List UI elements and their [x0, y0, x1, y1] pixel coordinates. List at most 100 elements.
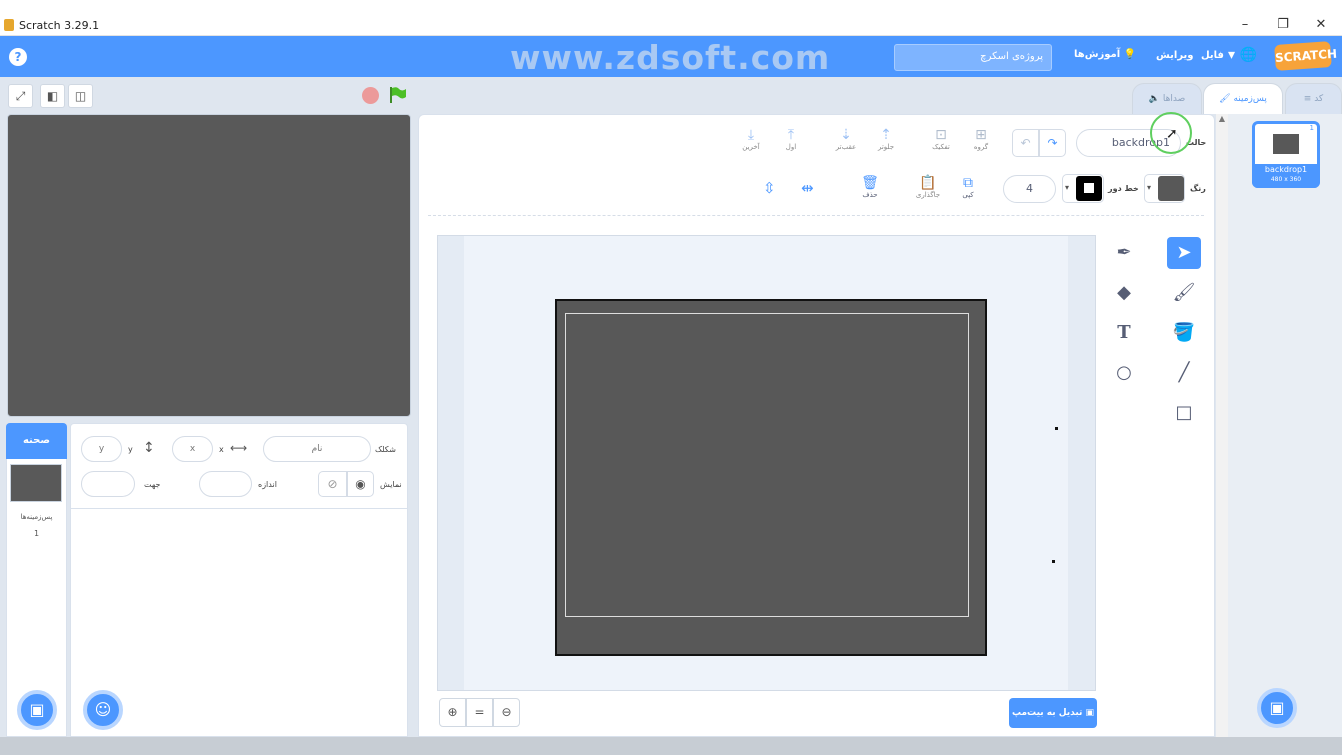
- size-input[interactable]: [199, 471, 252, 497]
- edit-menu[interactable]: ویرایش: [1156, 50, 1194, 61]
- rectangle-tool-icon[interactable]: □: [1167, 397, 1201, 429]
- scroll-up-icon[interactable]: ▲: [1216, 114, 1228, 123]
- project-title-input[interactable]: پروژه‌ی اسکرچ: [894, 44, 1052, 71]
- reshape-tool-icon[interactable]: ✒: [1107, 237, 1141, 269]
- image-icon: ▣: [1085, 708, 1095, 718]
- zoom-reset-icon[interactable]: =: [466, 698, 493, 727]
- stop-icon[interactable]: [362, 87, 379, 104]
- outline-swatch: [1076, 176, 1102, 201]
- fullscreen-button[interactable]: ⤢: [8, 84, 33, 108]
- paint-scrollbar[interactable]: ▲: [1216, 114, 1228, 737]
- backdrop-thumb-name: backdrop1: [1264, 165, 1308, 174]
- tab-sounds[interactable]: 🔈 صداها: [1132, 83, 1202, 114]
- x-arrows-icon: ⟷: [230, 441, 248, 455]
- tab-code[interactable]: ≡ کد: [1285, 83, 1342, 114]
- stage-canvas[interactable]: [7, 114, 411, 417]
- copy-icon: ⧉: [963, 175, 973, 191]
- tutorials-menu[interactable]: آموزش‌ها 💡: [1074, 49, 1136, 60]
- x-input[interactable]: x: [172, 436, 213, 462]
- backward-icon: ⇣: [840, 127, 852, 143]
- copy-label: کپی: [962, 191, 974, 199]
- help-icon[interactable]: ?: [9, 48, 27, 66]
- scratch-logo[interactable]: SCRATCH: [1274, 41, 1337, 71]
- sprite-name-input[interactable]: نام: [263, 436, 371, 462]
- convert-to-bitmap-button[interactable]: تبدیل به بیت‌مپ ▣: [1009, 698, 1097, 728]
- flip-horizontal-icon[interactable]: ⇹: [801, 179, 814, 197]
- forward-label: جلوتر: [877, 143, 895, 151]
- backward-button[interactable]: ⇣ عقب‌تر: [831, 127, 861, 151]
- group-label: گروه: [973, 143, 989, 151]
- canvas-marker: [1055, 427, 1058, 430]
- hide-eye-icon[interactable]: ⊘: [318, 471, 347, 497]
- brush-tool-icon[interactable]: 🖌: [1167, 277, 1201, 309]
- outline-width-input[interactable]: 4: [1003, 175, 1056, 203]
- size-label: اندازه: [258, 480, 277, 489]
- backdrops-count: 1: [33, 529, 40, 538]
- choose-backdrop-icon[interactable]: ▣: [17, 690, 57, 730]
- delete-button[interactable]: 🗑 حذف: [856, 175, 884, 199]
- outline-dropdown-icon: ▾: [1065, 183, 1070, 192]
- fill-swatch: [1158, 176, 1184, 201]
- taskbar: [0, 737, 1342, 755]
- redo-icon[interactable]: ↷: [1039, 129, 1066, 157]
- paste-button[interactable]: 📋 جاگذاری: [910, 175, 946, 199]
- large-stage-button[interactable]: ◫: [68, 84, 93, 108]
- forward-button[interactable]: ⇡ جلوتر: [871, 127, 901, 151]
- small-stage-button[interactable]: ◧: [40, 84, 65, 108]
- brush-icon: 🖌: [1219, 94, 1231, 104]
- file-menu[interactable]: فایل: [1201, 50, 1224, 61]
- sprite-label: شکلک: [375, 445, 396, 454]
- tab-code-label: کد: [1314, 94, 1324, 104]
- line-tool-icon[interactable]: ╱: [1167, 357, 1201, 389]
- fill-color-picker[interactable]: ▾: [1144, 174, 1185, 203]
- language-globe-icon[interactable]: ▾ 🌐: [1228, 47, 1257, 63]
- undo-icon[interactable]: ↶: [1012, 129, 1039, 157]
- delete-label: حذف: [862, 191, 878, 199]
- sound-icon: 🔈: [1148, 94, 1160, 104]
- front-button[interactable]: ⤒ اول: [776, 127, 806, 151]
- watermark: www.zdsoft.com: [510, 38, 831, 77]
- tab-backdrops[interactable]: 🖌 پس‌زمینه: [1203, 83, 1283, 114]
- minimize-button[interactable]: –: [1237, 17, 1253, 33]
- eraser-tool-icon[interactable]: ◆: [1107, 277, 1141, 309]
- tab-sounds-label: صداها: [1162, 94, 1186, 104]
- close-button[interactable]: ✕: [1313, 17, 1329, 33]
- back-icon: ⤓: [747, 127, 755, 143]
- fill-tool-icon[interactable]: 🪣: [1167, 317, 1201, 349]
- select-tool-icon[interactable]: ➤: [1167, 237, 1201, 269]
- fill-dropdown-icon: ▾: [1147, 183, 1152, 192]
- group-button[interactable]: ⊞ گروه: [966, 127, 996, 151]
- ungroup-button[interactable]: ⊡ تفکیک: [926, 127, 956, 151]
- choose-backdrop-icon[interactable]: ▣: [1257, 688, 1297, 728]
- copy-button[interactable]: ⧉ کپی: [954, 175, 982, 199]
- circle-tool-icon[interactable]: ○: [1107, 357, 1141, 389]
- y-input[interactable]: y: [81, 436, 122, 462]
- stage-header: صحنه: [6, 423, 67, 459]
- back-label: آخرین: [742, 143, 760, 151]
- zoom-in-icon[interactable]: ⊕: [439, 698, 466, 727]
- forward-icon: ⇡: [880, 127, 892, 143]
- green-flag-icon[interactable]: [388, 86, 408, 104]
- text-tool-icon[interactable]: T: [1107, 317, 1141, 349]
- canvas-marker: [1052, 560, 1055, 563]
- trash-icon: 🗑: [861, 175, 879, 191]
- tutorials-label: آموزش‌ها: [1074, 49, 1121, 60]
- flip-vertical-icon[interactable]: ⇳: [763, 179, 776, 197]
- stage-thumbnail[interactable]: [10, 464, 62, 502]
- tab-backdrops-label: پس‌زمینه: [1233, 94, 1267, 104]
- direction-label: جهت: [144, 480, 161, 489]
- backdrop-index: 1: [1309, 124, 1314, 132]
- back-button[interactable]: ⤓ آخرین: [736, 127, 766, 151]
- code-icon: ≡: [1303, 94, 1312, 104]
- show-eye-icon[interactable]: ◉: [347, 471, 374, 497]
- front-icon: ⤒: [787, 127, 795, 143]
- maximize-button[interactable]: ❐: [1275, 17, 1291, 33]
- y-arrows-icon: ↕: [143, 440, 155, 456]
- outline-color-picker[interactable]: ▾: [1062, 174, 1104, 203]
- lightbulb-icon: 💡: [1123, 49, 1137, 60]
- zoom-out-icon[interactable]: ⊖: [493, 698, 520, 727]
- window-title: Scratch 3.29.1: [19, 19, 100, 32]
- backdrop-shape[interactable]: [555, 299, 987, 656]
- direction-input[interactable]: [81, 471, 135, 497]
- choose-sprite-icon[interactable]: ☺: [83, 690, 123, 730]
